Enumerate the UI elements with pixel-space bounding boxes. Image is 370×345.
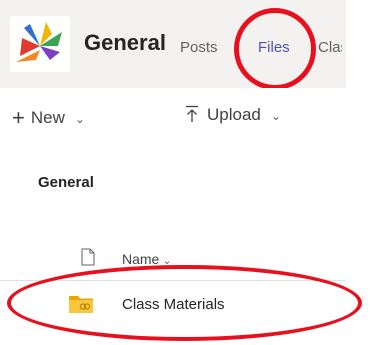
chevron-down-icon: ⌄ bbox=[74, 112, 85, 126]
folder-row-highlight-annotation bbox=[7, 265, 362, 341]
files-toolbar: + New ⌄ Upload ⌄ bbox=[0, 88, 370, 144]
tab-posts[interactable]: Posts bbox=[180, 39, 218, 56]
upload-button[interactable]: Upload ⌄ bbox=[185, 105, 281, 125]
upload-button-label: Upload bbox=[207, 105, 261, 124]
files-tab-highlight-annotation bbox=[234, 8, 316, 90]
tab-class-notebook[interactable]: Class Notebook bbox=[318, 39, 342, 56]
chevron-down-icon: ⌄ bbox=[270, 109, 281, 123]
breadcrumb[interactable]: General bbox=[38, 174, 94, 191]
teams-class-logo-icon bbox=[10, 16, 70, 72]
document-icon bbox=[81, 248, 95, 266]
new-button[interactable]: + New ⌄ bbox=[12, 105, 85, 131]
new-button-label: New bbox=[30, 108, 65, 127]
plus-icon: + bbox=[12, 105, 25, 130]
team-name[interactable]: General bbox=[84, 30, 166, 56]
upload-icon bbox=[186, 105, 198, 122]
screenshot-crop-edge bbox=[346, 0, 370, 88]
